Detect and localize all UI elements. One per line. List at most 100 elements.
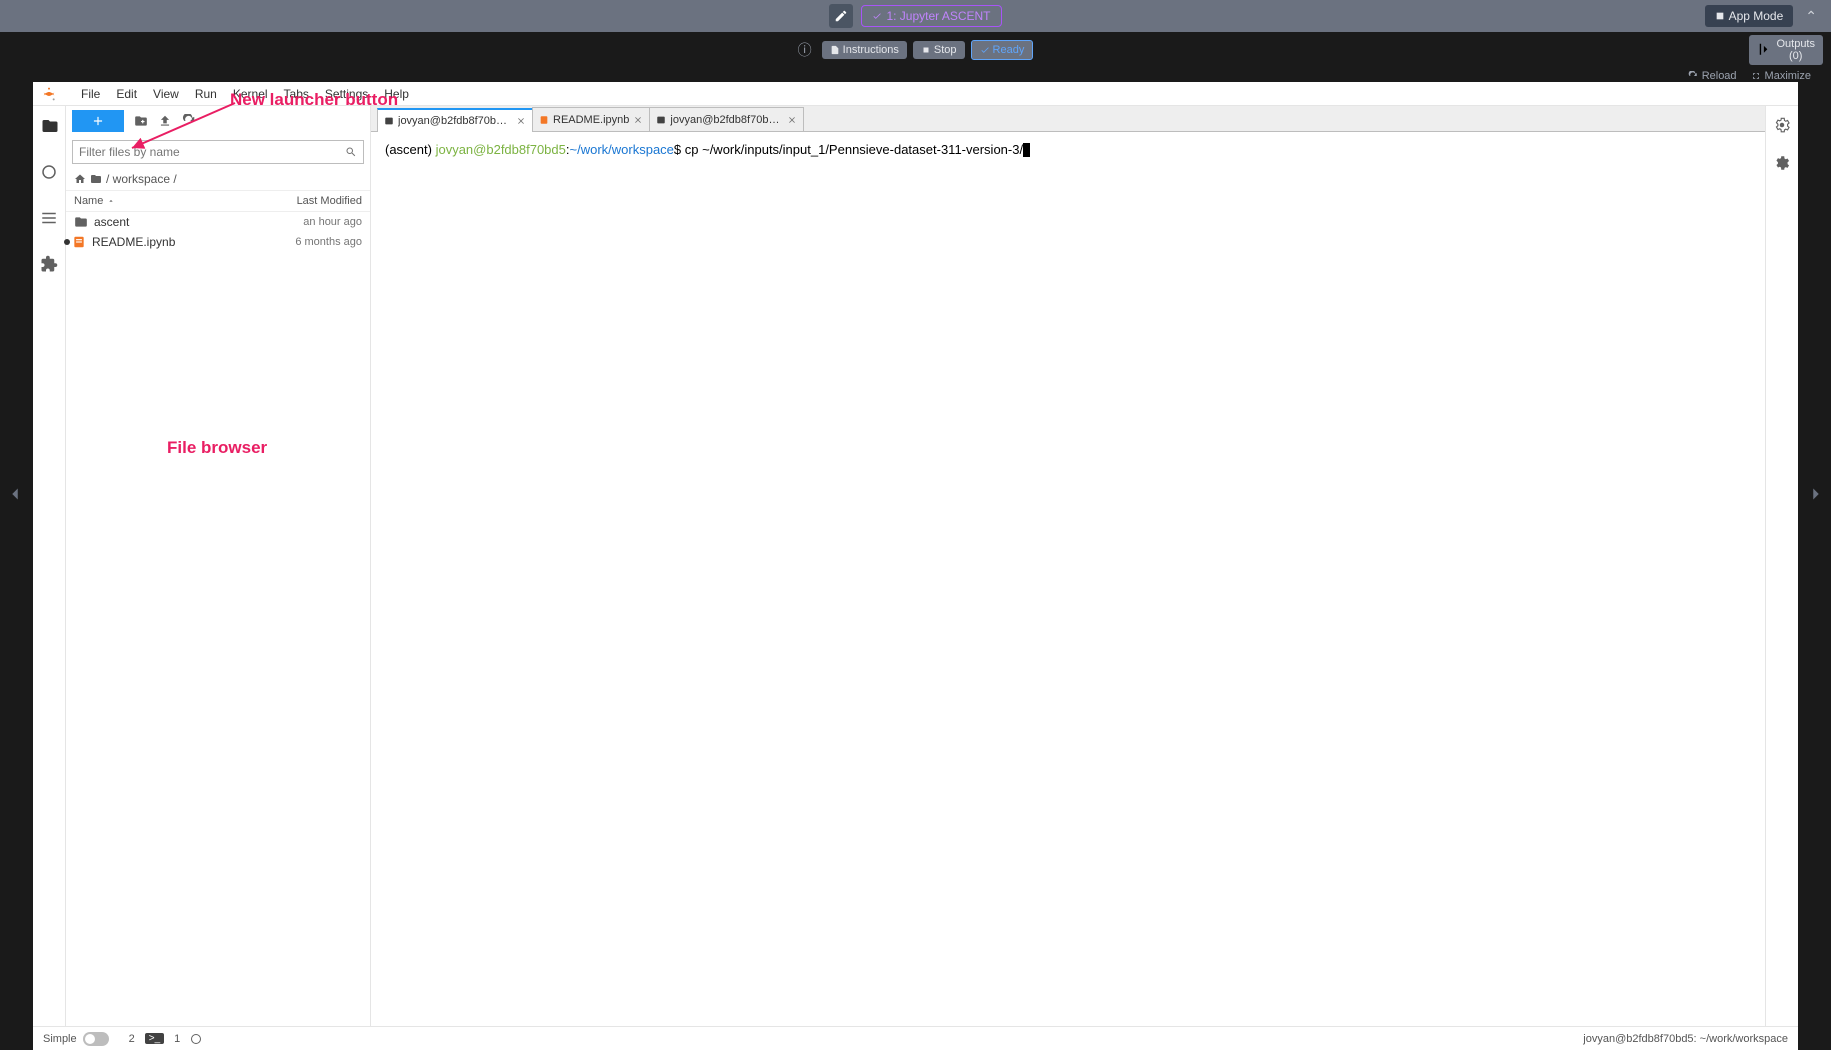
close-icon[interactable]: [633, 115, 643, 125]
menu-help[interactable]: Help: [376, 87, 417, 101]
file-modified: 6 months ago: [262, 236, 362, 248]
new-folder-icon[interactable]: [134, 114, 148, 128]
home-icon[interactable]: [74, 173, 86, 185]
right-activity-bar: [1765, 106, 1798, 1026]
filebrowser-toolbar: [66, 106, 370, 136]
status-count-1[interactable]: 2: [129, 1033, 135, 1045]
menu-edit[interactable]: Edit: [108, 87, 145, 101]
plus-icon: [91, 114, 105, 128]
terminal-line: (ascent) jovyan@b2fdb8f70bd5:~/work/work…: [385, 142, 1751, 157]
doc-tab-terminal-2[interactable]: jovyan@b2fdb8f70bd5: ~/wo: [649, 107, 804, 131]
nav-prev-arrow-icon[interactable]: [4, 480, 26, 512]
debugger-icon[interactable]: [1773, 154, 1791, 172]
menu-run[interactable]: Run: [187, 87, 225, 101]
menu-file[interactable]: File: [73, 87, 108, 101]
info-icon[interactable]: ⓘ: [798, 40, 812, 60]
export-icon: [1757, 41, 1774, 58]
breadcrumb: / workspace /: [66, 168, 370, 190]
new-launcher-button[interactable]: [72, 110, 124, 132]
ready-button[interactable]: Ready: [971, 40, 1034, 60]
status-count-2[interactable]: 1: [174, 1033, 180, 1045]
ready-label: Ready: [993, 44, 1025, 56]
reload-button[interactable]: Reload: [1688, 70, 1737, 82]
menu-view[interactable]: View: [145, 87, 187, 101]
file-name: README.ipynb: [92, 235, 262, 249]
activity-filebrowser[interactable]: [33, 112, 66, 140]
maximize-button[interactable]: Maximize: [1751, 70, 1811, 82]
check-icon: [872, 11, 882, 21]
status-circle-icon[interactable]: [190, 1033, 202, 1045]
close-icon[interactable]: [516, 116, 526, 126]
file-browser: / workspace / Name Last Modified ascent …: [66, 106, 371, 1026]
maximize-icon: [1751, 71, 1761, 81]
search-icon: [345, 146, 357, 158]
main-app-tab[interactable]: 1: Jupyter ASCENT: [861, 5, 1001, 27]
toggle-switch[interactable]: [83, 1032, 109, 1046]
file-row-notebook[interactable]: README.ipynb 6 months ago: [66, 232, 370, 252]
activity-extensions[interactable]: [33, 250, 66, 278]
outputs-button[interactable]: Outputs (0): [1749, 35, 1823, 65]
terminal-badge-icon[interactable]: >_: [145, 1033, 164, 1044]
main-tab-label: 1: Jupyter ASCENT: [886, 9, 990, 23]
check-icon: [980, 45, 990, 55]
maximize-label: Maximize: [1765, 70, 1811, 82]
circle-icon: [40, 163, 58, 181]
activity-running[interactable]: [33, 158, 66, 186]
cursor-icon: [1023, 143, 1030, 157]
tab-label: README.ipynb: [553, 114, 629, 126]
nav-next-arrow-icon[interactable]: [1805, 480, 1827, 512]
tab-label: jovyan@b2fdb8f70bd5: ~/wo: [670, 114, 783, 126]
instructions-button[interactable]: Instructions: [822, 41, 907, 59]
folder-icon[interactable]: [90, 173, 102, 185]
chevron-up-icon[interactable]: ⌃: [1799, 8, 1823, 25]
document-tabs: jovyan@b2fdb8f70bd5: ~/wo README.ipynb j…: [371, 106, 1765, 132]
reload-label: Reload: [1702, 70, 1737, 82]
doc-tab-terminal-1[interactable]: jovyan@b2fdb8f70bd5: ~/wo: [377, 108, 532, 132]
breadcrumb-path[interactable]: / workspace /: [106, 172, 177, 186]
notebook-icon: [72, 235, 86, 249]
term-env: (ascent): [385, 142, 436, 157]
app-mode-button[interactable]: App Mode: [1705, 5, 1794, 27]
column-modified[interactable]: Last Modified: [270, 191, 370, 211]
activity-bar: [33, 106, 66, 1026]
doc-tab-notebook[interactable]: README.ipynb: [532, 107, 649, 131]
simple-mode-toggle[interactable]: Simple: [43, 1032, 109, 1046]
terminal[interactable]: (ascent) jovyan@b2fdb8f70bd5:~/work/work…: [371, 132, 1765, 1026]
folder-icon: [74, 215, 88, 229]
reload-icon: [1688, 71, 1698, 81]
column-name[interactable]: Name: [66, 191, 270, 211]
menu-tabs[interactable]: Tabs: [276, 87, 317, 101]
edit-icon: [834, 9, 848, 23]
list-icon: [40, 209, 58, 227]
jupyter-logo-icon[interactable]: [39, 84, 59, 104]
doc-icon: [830, 45, 840, 55]
menu-settings[interactable]: Settings: [317, 87, 376, 101]
instructions-label: Instructions: [843, 44, 899, 56]
filter-input-wrap[interactable]: [72, 140, 364, 164]
menu-kernel[interactable]: Kernel: [225, 87, 276, 101]
close-icon[interactable]: [787, 115, 797, 125]
sort-asc-icon: [107, 197, 115, 205]
stop-button[interactable]: Stop: [913, 41, 965, 59]
activity-toc[interactable]: [33, 204, 66, 232]
upload-icon[interactable]: [158, 114, 172, 128]
edit-button[interactable]: [829, 4, 853, 28]
stop-label: Stop: [934, 44, 957, 56]
app-mode-label: App Mode: [1729, 9, 1784, 23]
simple-label: Simple: [43, 1033, 77, 1045]
main-panel: jovyan@b2fdb8f70bd5: ~/wo README.ipynb j…: [371, 106, 1765, 1026]
file-list-header: Name Last Modified: [66, 190, 370, 212]
file-row-folder[interactable]: ascent an hour ago: [66, 212, 370, 232]
filter-input[interactable]: [79, 145, 345, 159]
running-indicator-icon: [64, 239, 70, 245]
puzzle-icon: [40, 255, 58, 273]
menu-bar: File Edit View Run Kernel Tabs Settings …: [33, 82, 1798, 106]
top-title-bar: 1: Jupyter ASCENT App Mode ⌃: [0, 0, 1831, 32]
refresh-icon[interactable]: [182, 114, 196, 128]
status-bar: Simple 2 >_ 1 jovyan@b2fdb8f70bd5: ~/wor…: [33, 1026, 1798, 1050]
notebook-icon: [539, 115, 549, 125]
status-path[interactable]: jovyan@b2fdb8f70bd5: ~/work/workspace: [1583, 1033, 1788, 1045]
property-inspector-icon[interactable]: [1773, 116, 1791, 134]
file-modified: an hour ago: [262, 216, 362, 228]
jupyter-app: File Edit View Run Kernel Tabs Settings …: [33, 82, 1798, 1050]
